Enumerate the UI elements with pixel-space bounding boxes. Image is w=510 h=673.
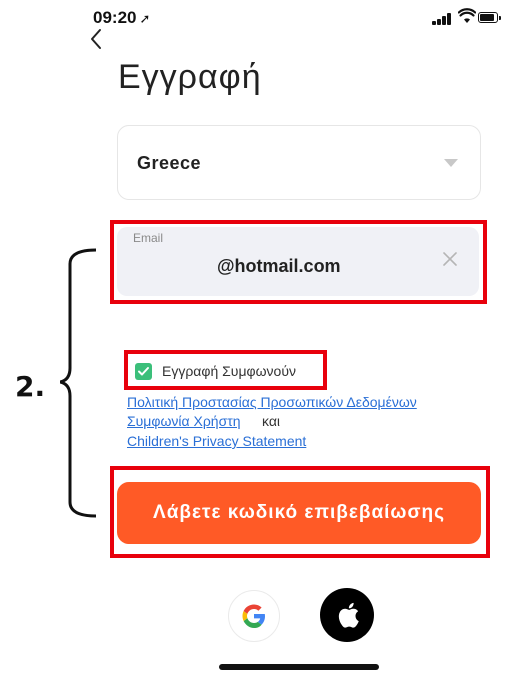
chevron-left-icon[interactable]	[86, 26, 106, 52]
country-select[interactable]: Greece	[117, 125, 481, 200]
google-login-button[interactable]	[228, 590, 280, 642]
user-agreement-link[interactable]: Συμφωνία Χρήστη	[127, 413, 241, 429]
apple-login-button[interactable]	[320, 588, 374, 642]
children-privacy-link[interactable]: Children's Privacy Statement	[127, 433, 306, 449]
home-indicator	[219, 664, 379, 670]
apple-icon	[338, 602, 359, 628]
privacy-policy-link[interactable]: Πολιτική Προστασίας Προσωπικών Δεδομένων	[127, 394, 417, 410]
status-time: 09:20 ➚	[93, 8, 151, 27]
agreement-highlight-box	[124, 350, 327, 390]
country-value: Greece	[137, 153, 202, 173]
and-text: και	[262, 413, 281, 429]
submit-highlight-box	[110, 466, 490, 558]
email-highlight-box	[110, 220, 487, 304]
wifi-icon	[457, 8, 477, 24]
google-icon	[242, 604, 265, 628]
caret-down-icon	[444, 159, 458, 167]
annotation-bracket	[59, 248, 100, 518]
location-arrow-icon: ➚	[139, 11, 151, 26]
page-title: Εγγραφή	[118, 58, 262, 96]
battery-icon	[478, 12, 501, 23]
step-label: 2.	[15, 370, 46, 403]
signal-icon	[432, 13, 458, 25]
